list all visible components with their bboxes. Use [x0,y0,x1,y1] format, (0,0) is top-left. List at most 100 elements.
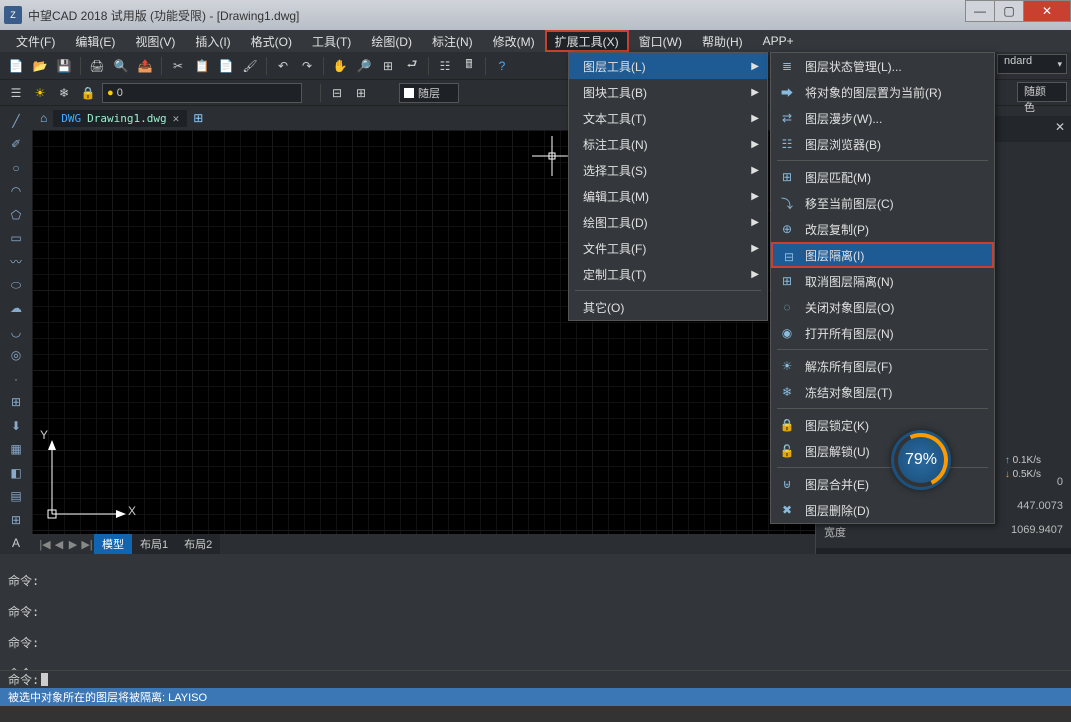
sm-unlock[interactable]: 🔓图层解锁(U) [771,438,994,464]
menu-edit-tools[interactable]: 编辑工具(M)▶ [569,183,767,209]
zoom-win-icon[interactable]: ⊞ [378,56,398,76]
menu-block-tools[interactable]: 图块工具(B)▶ [569,79,767,105]
menu-view[interactable]: 视图(V) [125,30,185,52]
iso2-icon[interactable]: ⊞ [351,83,371,103]
arc-icon[interactable]: ◠ [4,180,28,201]
sm-state-mgr[interactable]: ≣图层状态管理(L)... [771,53,994,79]
insert-icon[interactable]: ⬇ [4,415,28,436]
sm-merge[interactable]: ⊎图层合并(E) [771,471,994,497]
cloud-icon[interactable]: ☁ [4,298,28,319]
sm-layer-walk[interactable]: ⇄图层漫步(W)... [771,105,994,131]
close-button[interactable]: ✕ [1023,0,1071,22]
properties-icon[interactable]: ☷ [435,56,455,76]
region-icon[interactable]: ▤ [4,486,28,507]
layout-prev-icon[interactable]: ◀ [52,538,66,551]
layer-mgr-icon[interactable]: ☰ [6,83,26,103]
menu-tool[interactable]: 工具(T) [302,30,361,52]
spline-icon[interactable]: 〰 [4,251,28,272]
line-icon[interactable]: ╱ [4,110,28,131]
sm-layer-match[interactable]: ⊞图层匹配(M) [771,164,994,190]
maximize-button[interactable]: ▢ [994,0,1024,22]
preview-icon[interactable]: 🔍 [111,56,131,76]
sm-layer-isolate[interactable]: ⊟图层隔离(I) [771,242,994,268]
polyline-icon[interactable]: ✐ [4,133,28,154]
new-icon[interactable]: 📄 [6,56,26,76]
sm-close-obj[interactable]: ◌关闭对象图层(O) [771,294,994,320]
save-icon[interactable]: 💾 [54,56,74,76]
menu-help[interactable]: 帮助(H) [692,30,753,52]
menu-file[interactable]: 文件(F) [6,30,65,52]
zoom-prev-icon[interactable]: ⮐ [402,56,422,76]
menu-format[interactable]: 格式(O) [241,30,302,52]
layer-combo[interactable]: ● 0 [102,83,302,103]
menu-layer-tools[interactable]: 图层工具(L)▶ [569,53,767,79]
menu-text-tools[interactable]: 文本工具(T)▶ [569,105,767,131]
doc-tab-drawing1[interactable]: DWG Drawing1.dwg ✕ [53,110,187,127]
home-icon[interactable]: ⌂ [40,111,47,125]
menu-ext-tools[interactable]: 扩展工具(X) [545,30,629,52]
sm-set-current[interactable]: ⮕将对象的图层置为当前(R) [771,79,994,105]
text-icon[interactable]: A [4,532,28,553]
menu-dim[interactable]: 标注(N) [422,30,483,52]
menu-insert[interactable]: 插入(I) [185,30,240,52]
menu-app[interactable]: APP+ [753,30,804,52]
layout-next-icon[interactable]: ▶ [66,538,80,551]
command-input-row[interactable]: 命令: [0,670,1071,688]
match-icon[interactable]: 🖌 [240,56,260,76]
paste-icon[interactable]: 📄 [216,56,236,76]
menu-file-tools[interactable]: 文件工具(F)▶ [569,235,767,261]
layer-lock-icon[interactable]: 🔒 [78,83,98,103]
print-icon[interactable]: 🖨 [87,56,107,76]
panel-close-icon[interactable]: ✕ [1055,120,1065,134]
prop-other-header[interactable]: 其他▾ [816,548,1071,554]
sm-move-current[interactable]: ⤵移至当前图层(C) [771,190,994,216]
layout-last-icon[interactable]: ▶| [80,538,94,551]
pan-icon[interactable]: ✋ [330,56,350,76]
menu-other[interactable]: 其它(O) [569,294,767,320]
point-icon[interactable]: · [4,368,28,389]
ellipse-arc-icon[interactable]: ◡ [4,321,28,342]
undo-icon[interactable]: ↶ [273,56,293,76]
tab-layout2[interactable]: 布局2 [176,534,220,554]
text-style-combo[interactable]: ndard▾ [997,54,1067,74]
tab-layout1[interactable]: 布局1 [132,534,176,554]
bycolor-combo[interactable]: 随颜色 [1017,82,1067,102]
calc-icon[interactable]: 🖩 [459,56,479,76]
sm-freeze-obj[interactable]: ❄冻结对象图层(T) [771,379,994,405]
menu-draw-tools[interactable]: 绘图工具(D)▶ [569,209,767,235]
ellipse-icon[interactable]: ⬭ [4,274,28,295]
menu-window[interactable]: 窗口(W) [629,30,692,52]
publish-icon[interactable]: 📤 [135,56,155,76]
hatch-icon[interactable]: ▦ [4,439,28,460]
circle-icon[interactable]: ○ [4,157,28,178]
table-icon[interactable]: ⊞ [4,509,28,530]
sm-layer-browser[interactable]: ☷图层浏览器(B) [771,131,994,157]
menu-modify[interactable]: 修改(M) [483,30,545,52]
open-icon[interactable]: 📂 [30,56,50,76]
layer-state-icon[interactable]: ☀ [30,83,50,103]
sm-thaw-all[interactable]: ☀解冻所有图层(F) [771,353,994,379]
menu-edit[interactable]: 编辑(E) [65,30,125,52]
sm-open-all[interactable]: ◉打开所有图层(N) [771,320,994,346]
polygon-icon[interactable]: ⬠ [4,204,28,225]
rect-icon[interactable]: ▭ [4,227,28,248]
tab-model[interactable]: 模型 [94,534,132,554]
menu-dim-tools[interactable]: 标注工具(N)▶ [569,131,767,157]
new-tab-icon[interactable]: ⊞ [193,111,203,125]
menu-custom-tools[interactable]: 定制工具(T)▶ [569,261,767,287]
help-icon[interactable]: ? [492,56,512,76]
redo-icon[interactable]: ↷ [297,56,317,76]
zoom-rt-icon[interactable]: 🔎 [354,56,374,76]
layout-first-icon[interactable]: |◀ [38,538,52,551]
menu-select-tools[interactable]: 选择工具(S)▶ [569,157,767,183]
bylayer-combo[interactable]: 随层 [399,83,459,103]
minimize-button[interactable]: — [965,0,995,22]
sm-change-copy[interactable]: ⊕改层复制(P) [771,216,994,242]
network-gauge[interactable]: 79% [891,430,951,490]
donut-icon[interactable]: ◎ [4,345,28,366]
sm-lock[interactable]: 🔒图层锁定(K) [771,412,994,438]
iso-icon[interactable]: ⊟ [327,83,347,103]
cut-icon[interactable]: ✂ [168,56,188,76]
sm-cancel-isolate[interactable]: ⊞取消图层隔离(N) [771,268,994,294]
layer-freeze-icon[interactable]: ❄ [54,83,74,103]
